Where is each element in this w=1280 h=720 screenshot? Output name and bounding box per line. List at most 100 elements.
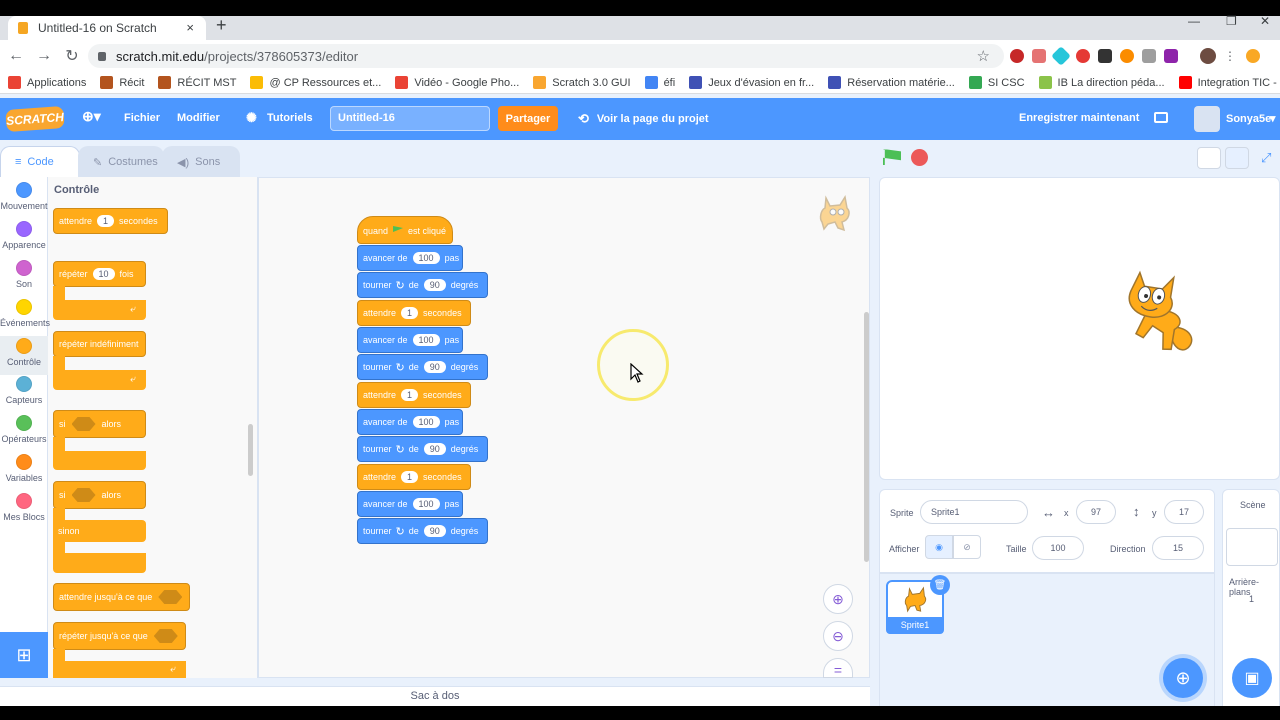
stop-button[interactable]: [911, 149, 928, 166]
my-stuff-folder-icon[interactable]: [1154, 112, 1168, 123]
address-bar[interactable]: scratch.mit.edu/projects/378605373/edito…: [88, 44, 1004, 68]
block-forever[interactable]: répéter indéfiniment: [53, 331, 146, 357]
menu-file[interactable]: Fichier: [124, 112, 160, 124]
bookmark-item[interactable]: SI CSC: [968, 76, 1025, 89]
y-input[interactable]: 17: [1164, 500, 1204, 524]
block-input[interactable]: 1: [401, 307, 419, 319]
bookmark-item[interactable]: Récit: [100, 76, 144, 89]
username-menu[interactable]: Sonya5e: [1226, 113, 1271, 125]
block-wait-until[interactable]: attendre jusqu'à ce que: [53, 583, 190, 611]
move-steps-block[interactable]: avancer de 100 pas: [357, 245, 463, 271]
category-mesblocs[interactable]: Mes Blocs: [0, 491, 48, 530]
block-if-else[interactable]: si alors: [53, 481, 146, 509]
block-input[interactable]: 90: [423, 525, 446, 537]
category-oprateurs[interactable]: Opérateurs: [0, 413, 48, 452]
bookmark-item[interactable]: Vidéo - Google Pho...: [395, 76, 519, 89]
category-capteurs[interactable]: Capteurs: [0, 374, 48, 413]
condition-slot[interactable]: [158, 590, 183, 604]
bookmark-item[interactable]: Integration TIC - Yo...: [1178, 76, 1280, 89]
tab-costumes[interactable]: ✎ Costumes: [78, 146, 164, 177]
block-repeat[interactable]: répéter 10 fois: [53, 261, 146, 287]
bookmark-item[interactable]: Réservation matérie...: [828, 76, 955, 89]
block-wait[interactable]: attendre 1 secondes: [53, 208, 168, 234]
when-flag-clicked-block[interactable]: quand est cliqué: [357, 216, 453, 244]
bookmark-item[interactable]: IB La direction péda...: [1038, 76, 1165, 89]
condition-slot[interactable]: [71, 417, 96, 431]
category-vnements[interactable]: Événements: [0, 297, 50, 336]
tab-code[interactable]: ≡ Code: [0, 146, 80, 177]
extension-icon[interactable]: [1120, 49, 1134, 63]
palette-scrollbar[interactable]: [248, 424, 253, 476]
forward-arrow-icon[interactable]: →: [30, 47, 58, 65]
bookmark-item[interactable]: RÉCIT MST: [158, 76, 236, 89]
show-visible-eye-icon[interactable]: ◉: [925, 535, 953, 559]
language-globe-icon[interactable]: ⊕▾: [82, 108, 101, 125]
backpack-panel[interactable]: Sac à dos: [0, 686, 870, 706]
maximize-window-icon[interactable]: ❐: [1226, 14, 1237, 28]
user-avatar[interactable]: [1194, 106, 1220, 132]
wait-seconds-block[interactable]: attendre 1 secondes: [357, 300, 471, 326]
turn-degrees-block[interactable]: tourner ↻ de 90 degrés: [357, 436, 488, 462]
profile-avatar-icon[interactable]: [1200, 48, 1216, 64]
block-repeat-until[interactable]: répéter jusqu'à ce que: [53, 622, 186, 650]
sprite-cat-on-stage[interactable]: [1116, 270, 1210, 358]
category-apparence[interactable]: Apparence: [0, 219, 48, 258]
size-input[interactable]: 100: [1032, 536, 1084, 560]
share-button[interactable]: Partager: [498, 106, 558, 131]
extension-icon[interactable]: [1164, 49, 1178, 63]
minimize-window-icon[interactable]: —: [1188, 14, 1200, 28]
block-input[interactable]: 90: [423, 361, 446, 373]
block-input[interactable]: 100: [412, 416, 440, 428]
direction-input[interactable]: 15: [1152, 536, 1204, 560]
choose-backdrop-button[interactable]: ▣: [1232, 658, 1272, 698]
wait-seconds-block[interactable]: attendre 1 secondes: [357, 464, 471, 490]
block-input[interactable]: 90: [423, 279, 446, 291]
backdrop-thumbnail[interactable]: [1226, 528, 1278, 566]
sprite-name-input[interactable]: Sprite1: [920, 500, 1028, 524]
tab-sounds[interactable]: ◀) Sons: [162, 146, 240, 177]
close-tab-icon[interactable]: ×: [186, 20, 194, 35]
move-steps-block[interactable]: avancer de 100 pas: [357, 327, 463, 353]
block-input[interactable]: 100: [412, 252, 440, 264]
menu-edit[interactable]: Modifier: [177, 112, 220, 124]
menu-dots-icon[interactable]: ⋮: [1224, 49, 1238, 63]
block-input[interactable]: 1: [97, 215, 115, 227]
reload-icon[interactable]: ↻: [58, 46, 86, 66]
condition-slot[interactable]: [71, 488, 96, 502]
small-stage-button[interactable]: [1197, 147, 1221, 169]
save-now-button[interactable]: Enregistrer maintenant: [1019, 112, 1139, 124]
green-flag-button[interactable]: [883, 149, 901, 165]
bookmark-item[interactable]: éfi: [644, 76, 675, 89]
category-variables[interactable]: Variables: [0, 452, 48, 491]
normal-stage-button[interactable]: [1225, 147, 1249, 169]
turn-degrees-block[interactable]: tourner ↻ de 90 degrés: [357, 518, 488, 544]
category-son[interactable]: Son: [0, 258, 48, 297]
wait-seconds-block[interactable]: attendre 1 secondes: [357, 382, 471, 408]
new-tab-button[interactable]: +: [216, 15, 227, 36]
browser-tab[interactable]: Untitled-16 on Scratch ×: [8, 16, 206, 40]
move-steps-block[interactable]: avancer de 100 pas: [357, 491, 463, 517]
block-input[interactable]: 90: [423, 443, 446, 455]
fullscreen-icon[interactable]: ⤢: [1261, 150, 1271, 166]
block-input[interactable]: 1: [401, 389, 419, 401]
block-input[interactable]: 1: [401, 471, 419, 483]
add-extension-button[interactable]: ⊞: [0, 632, 48, 678]
qr-extension-icon[interactable]: [1098, 49, 1112, 63]
extension-icon[interactable]: [1051, 46, 1071, 66]
move-steps-block[interactable]: avancer de 100 pas: [357, 409, 463, 435]
extension-icon[interactable]: [1032, 49, 1046, 63]
bookmark-item[interactable]: Jeux d'évasion en fr...: [689, 76, 814, 89]
stage[interactable]: [879, 177, 1280, 480]
block-input[interactable]: 10: [92, 268, 115, 280]
extension-icon[interactable]: [1246, 49, 1260, 63]
bookmark-item[interactable]: Scratch 3.0 GUI: [533, 76, 631, 89]
bookmark-item[interactable]: Applications: [8, 76, 86, 89]
x-input[interactable]: 97: [1076, 500, 1116, 524]
condition-slot[interactable]: [153, 629, 178, 643]
extension-icon[interactable]: [1010, 49, 1024, 63]
turn-degrees-block[interactable]: tourner ↻ de 90 degrés: [357, 354, 488, 380]
view-project-page-button[interactable]: ⟲ Voir la page du projet: [568, 106, 712, 131]
back-arrow-icon[interactable]: ←: [2, 47, 30, 65]
category-mouvement[interactable]: Mouvement: [0, 180, 48, 219]
block-input[interactable]: 100: [412, 334, 440, 346]
